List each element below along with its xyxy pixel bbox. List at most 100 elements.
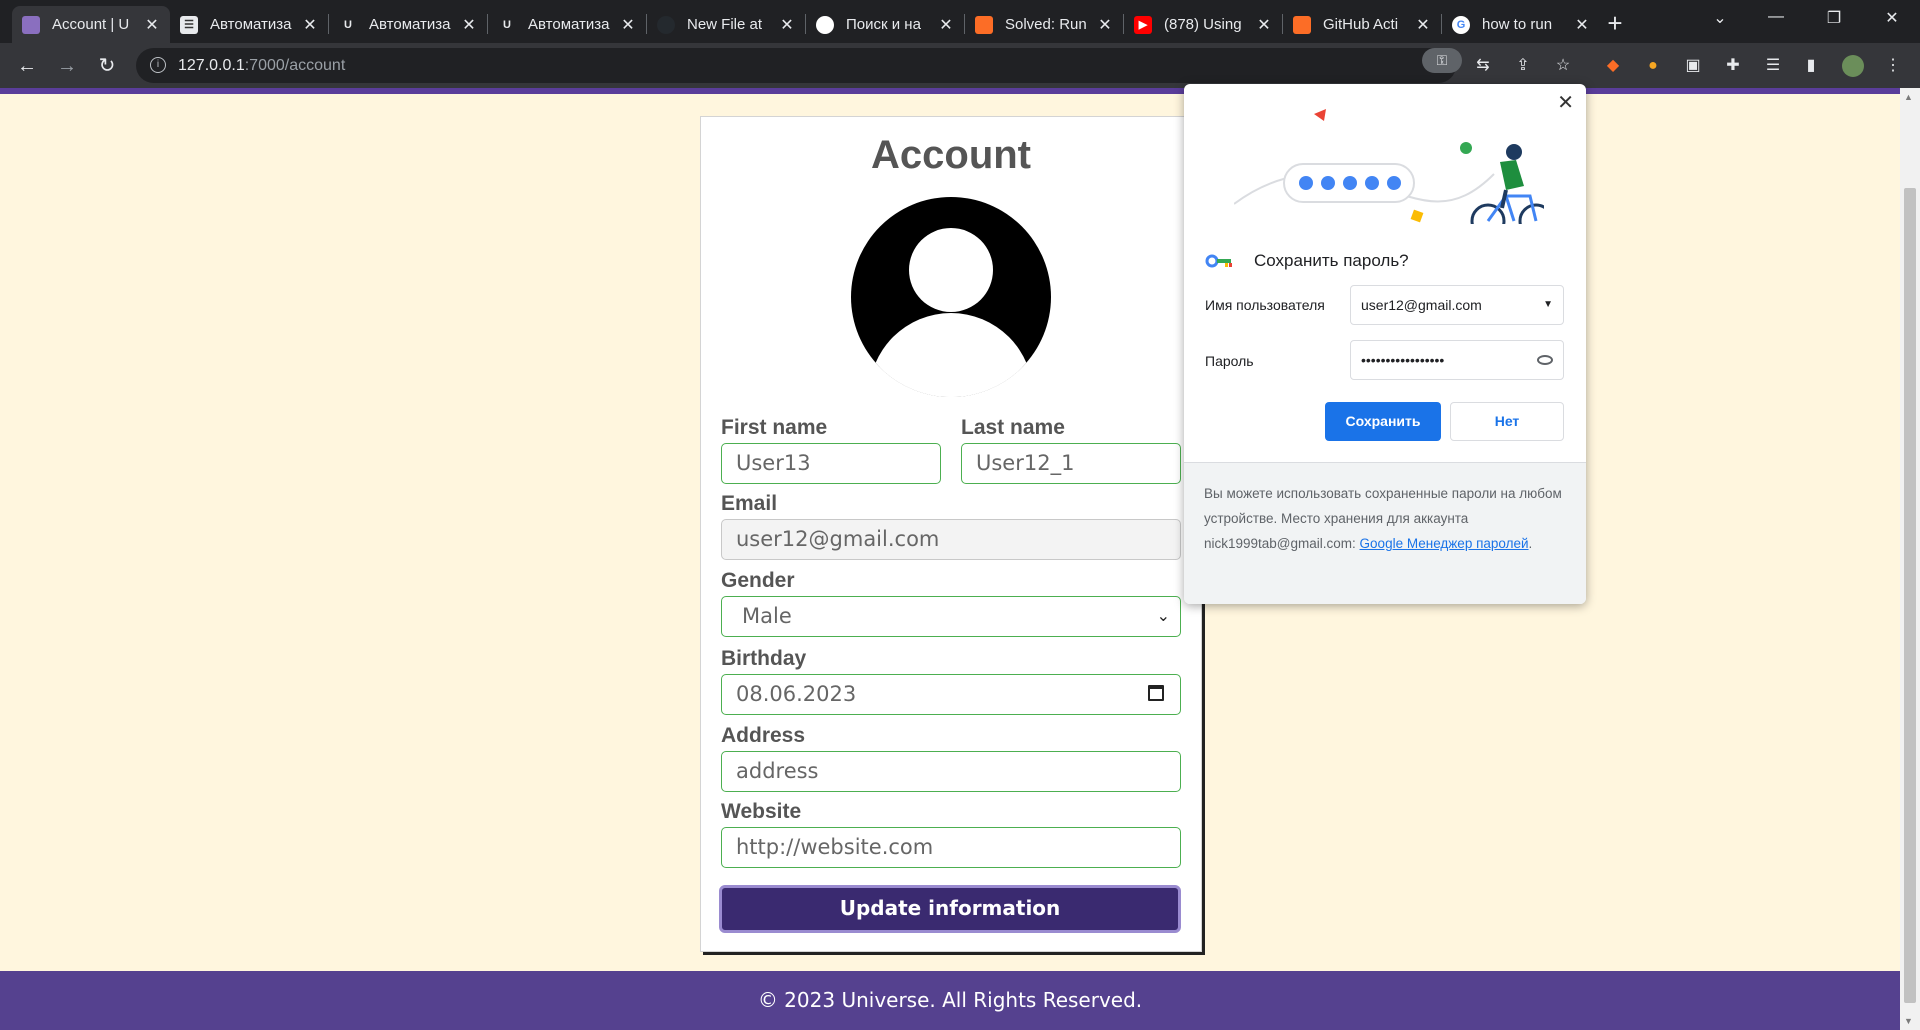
- dropdown-arrow-icon: ▼: [1543, 299, 1553, 310]
- browser-toolbar: ← → ↻ i 127.0.0.1:7000/account ⚿ ⇆ ⇪ ☆ ◆…: [0, 43, 1920, 88]
- birthday-input[interactable]: 08.06.2023: [721, 674, 1181, 715]
- youtube-icon: ▶: [1134, 15, 1152, 34]
- gitlab-icon: [1293, 15, 1311, 34]
- tab-5[interactable]: New File at ✕: [647, 6, 805, 43]
- google-icon: G: [1452, 15, 1470, 34]
- dialog-footer: Вы можете использовать сохраненные парол…: [1184, 462, 1586, 604]
- gitlab-icon: [975, 15, 993, 34]
- password-field[interactable]: •••••••••••••••••: [1350, 340, 1564, 380]
- tab-8[interactable]: ▶ (878) Using ✕: [1124, 6, 1282, 43]
- tab-4[interactable]: U Автоматиза ✕: [488, 6, 646, 43]
- header-strip: [0, 88, 1900, 94]
- side-panel-icon[interactable]: ▮: [1800, 55, 1822, 77]
- first-name-input[interactable]: User13: [721, 443, 941, 484]
- website-input[interactable]: http://website.com: [721, 827, 1181, 868]
- last-name-label: Last name: [961, 416, 1065, 439]
- doc-icon: ☰: [180, 15, 198, 34]
- media-control-icon[interactable]: ☰: [1762, 55, 1784, 77]
- url-text: 127.0.0.1:7000/account: [178, 57, 346, 74]
- website-label: Website: [721, 800, 802, 823]
- close-tab-icon[interactable]: ✕: [620, 15, 636, 35]
- address-bar[interactable]: i 127.0.0.1:7000/account: [136, 48, 1456, 83]
- profile-avatar[interactable]: [1842, 55, 1864, 77]
- translate-icon[interactable]: ⇆: [1472, 55, 1494, 77]
- minimize-button[interactable]: —: [1756, 8, 1796, 26]
- page-title: Account: [871, 133, 1031, 177]
- scroll-up-arrow-icon[interactable]: ▲: [1904, 92, 1913, 102]
- chevron-down-icon: ⌄: [1156, 606, 1170, 625]
- dialog-title: Сохранить пароль?: [1254, 251, 1409, 270]
- first-name-label: First name: [721, 416, 828, 439]
- gitlab-extension-icon[interactable]: ◆: [1602, 55, 1624, 77]
- birthday-label: Birthday: [721, 647, 807, 670]
- github-icon: [816, 15, 834, 34]
- username-dropdown[interactable]: user12@gmail.com ▼: [1350, 285, 1564, 325]
- google-key-icon: [1205, 254, 1232, 268]
- gender-select[interactable]: Male ⌄: [721, 596, 1181, 637]
- email-label: Email: [721, 492, 778, 515]
- udemy-icon: U: [344, 18, 352, 31]
- share-icon[interactable]: ⇪: [1512, 55, 1534, 77]
- update-information-button[interactable]: Update information: [719, 885, 1181, 933]
- close-tab-icon[interactable]: ✕: [461, 15, 477, 35]
- avatar: [851, 197, 1051, 397]
- tab-strip: Account | U ✕ ☰ Автоматиза ✕ U Автоматиз…: [0, 0, 1920, 43]
- scrollbar-thumb[interactable]: [1904, 188, 1916, 1003]
- save-password-dialog: ✕ Сохранить пароль? Имя пользователя use…: [1184, 84, 1586, 604]
- github-icon: [657, 15, 675, 34]
- new-tab-button[interactable]: +: [1600, 8, 1630, 39]
- close-icon[interactable]: ✕: [1557, 90, 1574, 115]
- close-tab-icon[interactable]: ✕: [1415, 15, 1431, 35]
- page-scrollbar[interactable]: ▲ ▼: [1900, 88, 1920, 1030]
- forward-button[interactable]: →: [52, 51, 82, 81]
- tab-7[interactable]: Solved: Run ✕: [965, 6, 1123, 43]
- reload-button[interactable]: ↻: [92, 51, 122, 81]
- address-input[interactable]: address: [721, 751, 1181, 792]
- username-label: Имя пользователя: [1205, 297, 1325, 313]
- close-tab-icon[interactable]: ✕: [302, 15, 318, 35]
- account-card: Account First name User13 Last name User…: [700, 116, 1202, 952]
- password-value: •••••••••••••••••: [1361, 352, 1445, 368]
- tab-3[interactable]: U Автоматиза ✕: [329, 6, 487, 43]
- udemy-icon: U: [503, 18, 511, 31]
- birthday-value: 08.06.2023: [736, 682, 857, 706]
- close-tab-icon[interactable]: ✕: [1097, 15, 1113, 35]
- tab-2[interactable]: ☰ Автоматиза ✕: [170, 6, 328, 43]
- address-label: Address: [721, 724, 806, 747]
- page-footer: © 2023 Universe. All Rights Reserved.: [0, 971, 1900, 1030]
- no-button[interactable]: Нет: [1450, 402, 1564, 441]
- close-tab-icon[interactable]: ✕: [1574, 15, 1590, 35]
- extension-grey-icon[interactable]: ▣: [1682, 55, 1704, 77]
- close-tab-icon[interactable]: ✕: [1256, 15, 1272, 35]
- eye-icon[interactable]: [1537, 355, 1553, 365]
- close-tab-icon[interactable]: ✕: [938, 15, 954, 35]
- extensions-puzzle-icon[interactable]: ✚: [1722, 55, 1744, 77]
- scroll-down-arrow-icon[interactable]: ▼: [1904, 1016, 1913, 1026]
- save-password-button[interactable]: Сохранить: [1325, 402, 1441, 441]
- close-tab-icon[interactable]: ✕: [144, 15, 160, 35]
- tab-account[interactable]: Account | U ✕: [12, 6, 170, 43]
- close-tab-icon[interactable]: ✕: [779, 15, 795, 35]
- username-value: user12@gmail.com: [1361, 297, 1482, 313]
- tab-search-icon[interactable]: ⌄: [1700, 8, 1740, 28]
- calendar-icon[interactable]: [1148, 685, 1164, 701]
- password-manager-link[interactable]: Google Менеджер паролей: [1360, 536, 1529, 551]
- site-info-icon[interactable]: i: [150, 57, 166, 73]
- tab-6[interactable]: Поиск и на ✕: [806, 6, 964, 43]
- bookmark-star-icon[interactable]: ☆: [1552, 55, 1574, 77]
- back-button[interactable]: ←: [12, 51, 42, 81]
- password-illustration: [1234, 109, 1544, 224]
- purple-square-icon: [22, 15, 40, 34]
- menu-kebab-icon[interactable]: ⋮: [1882, 55, 1904, 77]
- close-window-button[interactable]: ✕: [1872, 8, 1912, 28]
- extension-orange-icon[interactable]: ●: [1642, 55, 1664, 77]
- password-label: Пароль: [1205, 353, 1254, 369]
- restore-button[interactable]: ❐: [1814, 8, 1854, 28]
- tab-9[interactable]: GitHub Acti ✕: [1283, 6, 1441, 43]
- tab-10[interactable]: G how to run ✕: [1442, 6, 1600, 43]
- gender-value: Male: [742, 604, 792, 628]
- last-name-input[interactable]: User12_1: [961, 443, 1181, 484]
- password-key-icon[interactable]: ⚿: [1422, 48, 1462, 73]
- email-field[interactable]: user12@gmail.com: [721, 519, 1181, 560]
- avatar-head: [909, 228, 993, 312]
